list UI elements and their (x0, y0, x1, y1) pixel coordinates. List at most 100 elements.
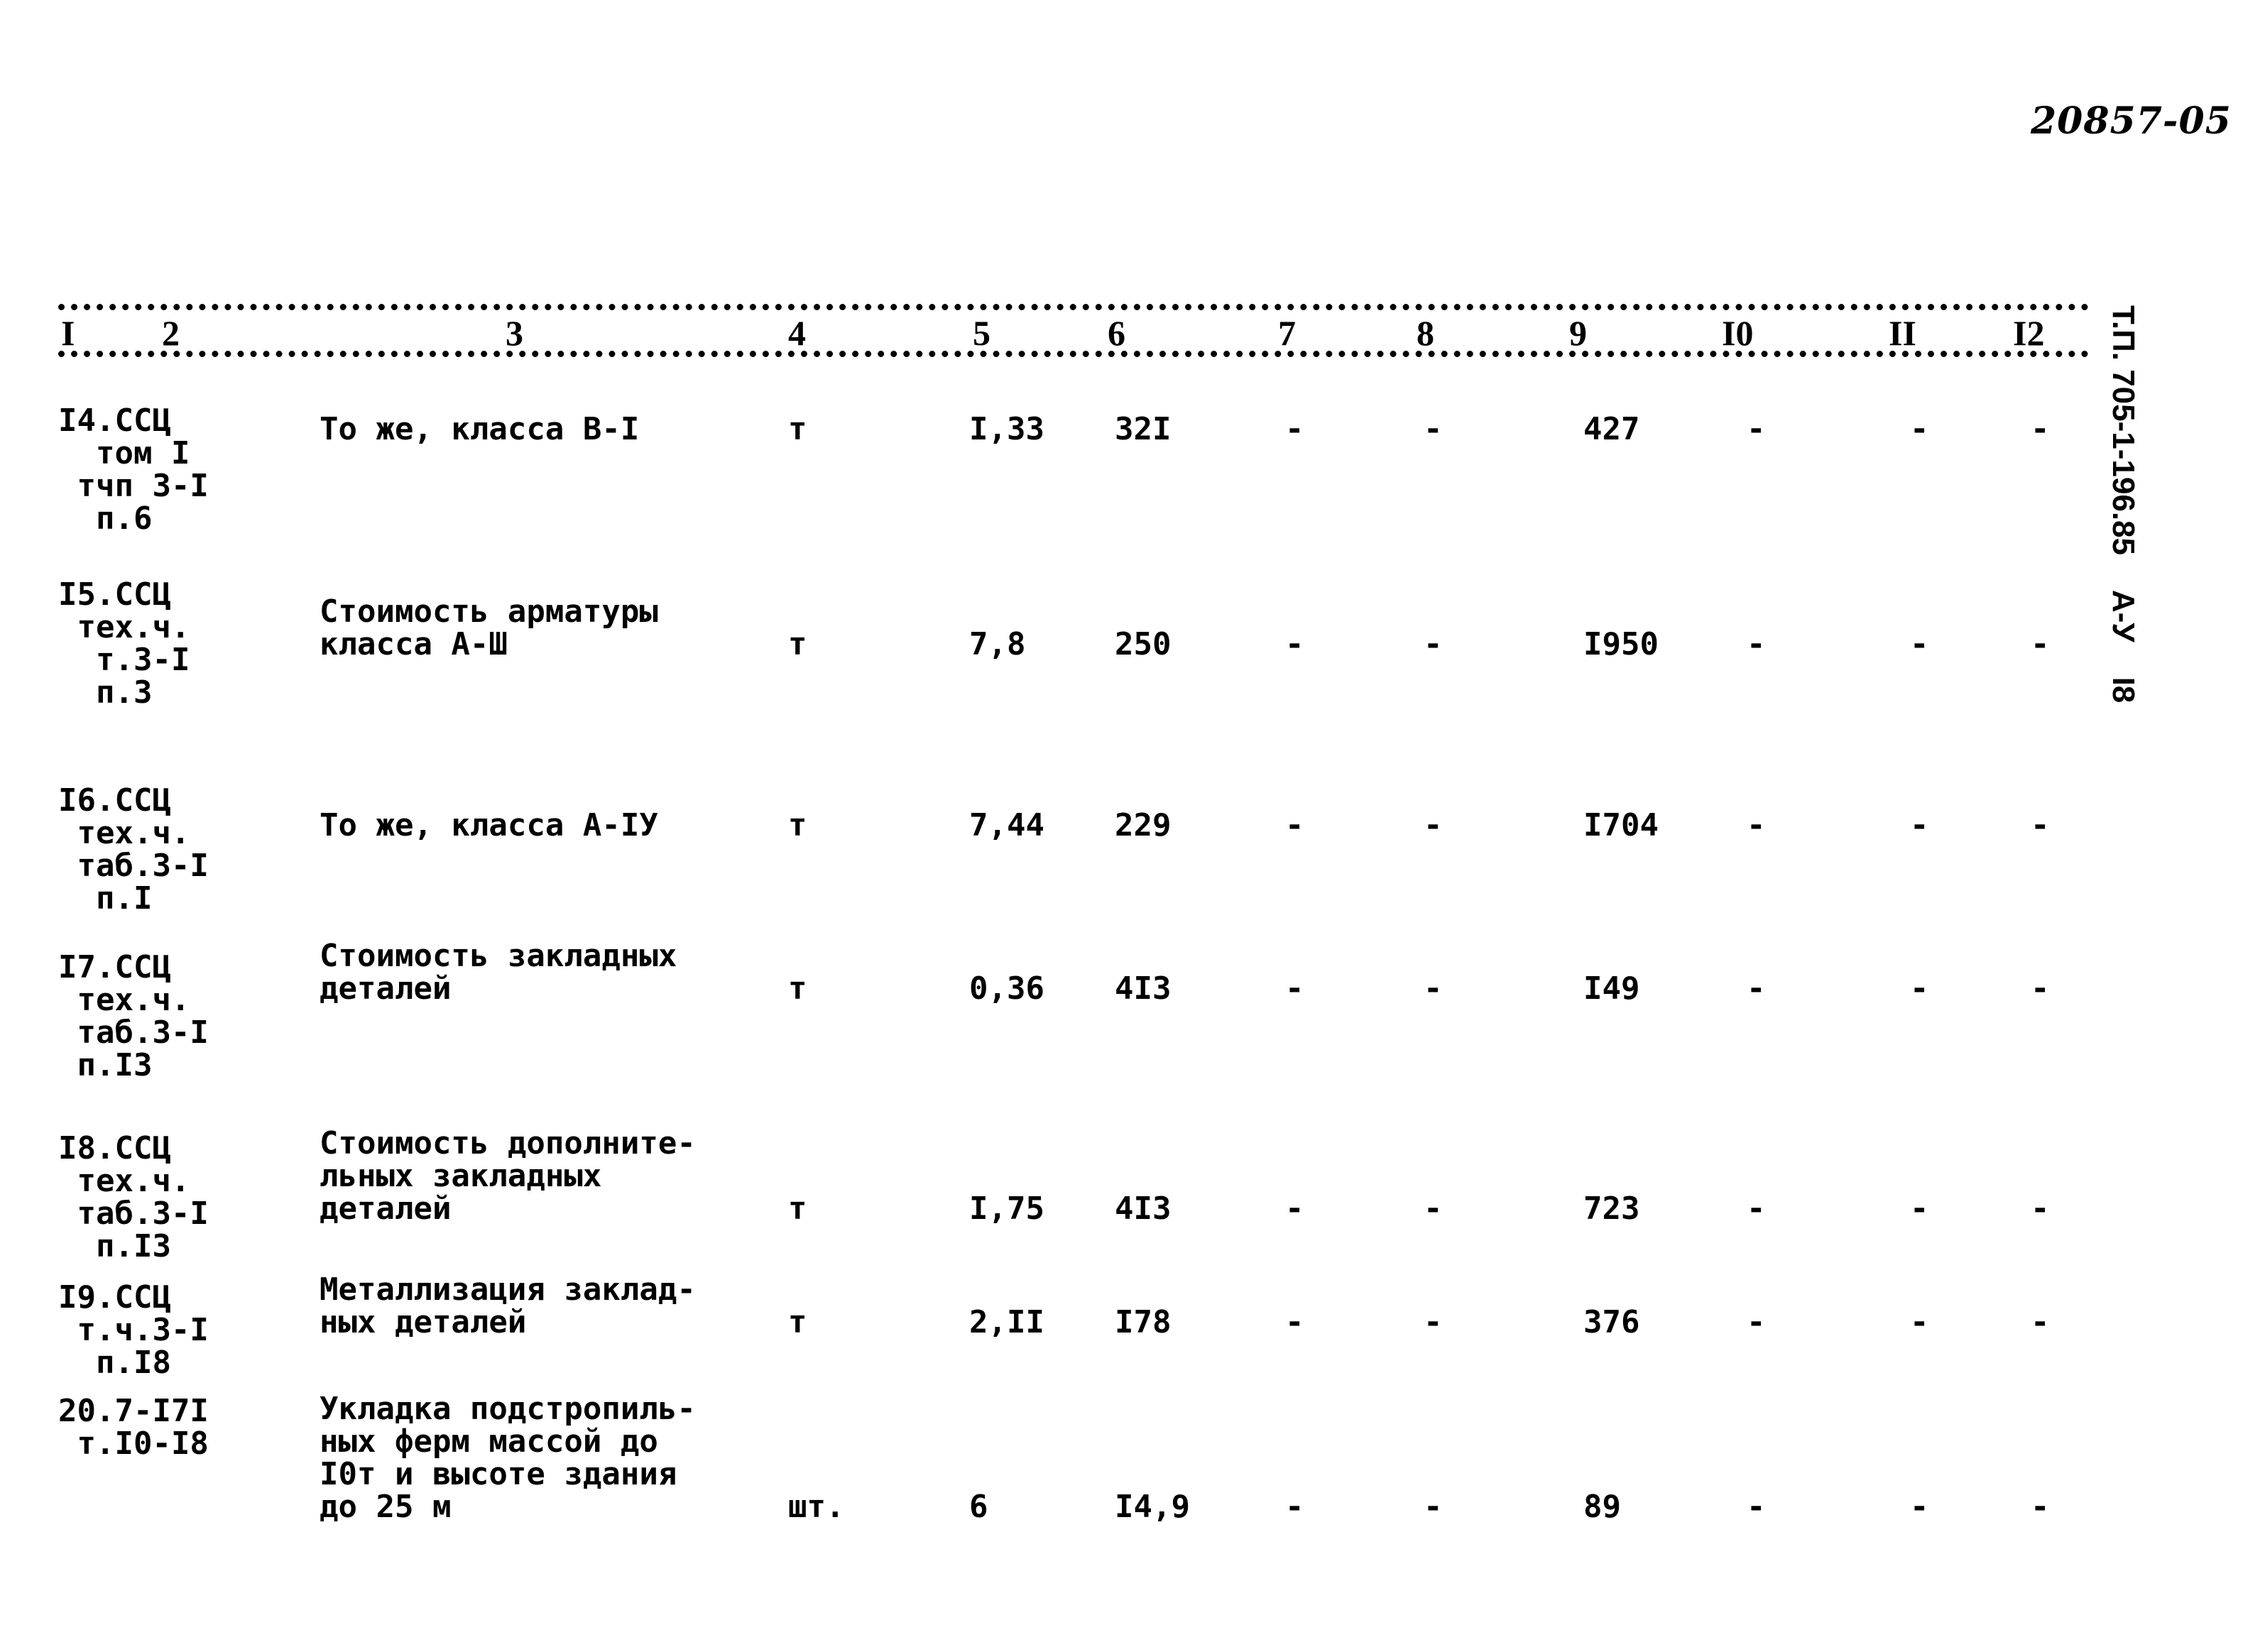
reference-line: том I (58, 435, 190, 471)
total-cost-cell: I704 (1583, 807, 1659, 843)
col11-cell: - (1910, 411, 1929, 447)
col12-cell: - (2031, 1489, 2050, 1525)
col7-cell: - (1285, 411, 1304, 447)
col12-cell: - (2031, 807, 2050, 843)
unit-price-cell: 229 (1115, 807, 1172, 843)
reference-cell: I5.ССЦ тех.ч. т.3-I п.3 (58, 579, 190, 709)
reference-line: п.I3 (58, 1228, 171, 1264)
reference-line: тех.ч. (58, 609, 190, 645)
col8-cell: - (1424, 626, 1443, 662)
column-header: 6 (1108, 313, 1125, 353)
description-cell: То же, класса В-I (320, 413, 639, 446)
column-header: 5 (973, 313, 990, 353)
col8-cell: - (1424, 970, 1443, 1007)
col10-cell: - (1747, 807, 1766, 843)
total-cost-cell: 723 (1583, 1191, 1640, 1227)
reference-cell: I8.ССЦ тех.ч. таб.3-I п.I3 (58, 1132, 209, 1263)
unit-cell: т (788, 970, 807, 1007)
unit-price-cell: 4I3 (1115, 970, 1172, 1007)
col8-cell: - (1424, 807, 1443, 843)
reference-cell: I9.ССЦ т.ч.3-I п.I8 (58, 1281, 209, 1379)
col10-cell: - (1747, 1489, 1766, 1525)
description-cell: То же, класса А-IУ (320, 809, 658, 842)
reference-cell: 20.7-I7I т.I0-I8 (58, 1395, 209, 1460)
col12-cell: - (2031, 1191, 2050, 1227)
total-cost-cell: I49 (1583, 970, 1640, 1007)
quantity-cell: 7,44 (969, 807, 1044, 843)
header-rule-bottom (58, 351, 2089, 357)
column-header: 4 (788, 313, 806, 353)
col7-cell: - (1285, 1304, 1304, 1340)
reference-line: таб.3-I (58, 1014, 209, 1051)
total-cost-cell: 376 (1583, 1304, 1640, 1340)
col7-cell: - (1285, 1489, 1304, 1525)
reference-line: I5.ССЦ (58, 576, 171, 613)
quantity-cell: I,75 (969, 1191, 1044, 1227)
col12-cell: - (2031, 411, 2050, 447)
col10-cell: - (1747, 626, 1766, 662)
unit-price-cell: 250 (1115, 626, 1172, 662)
description-line: I0т и высоте здания (320, 1456, 677, 1492)
reference-cell: I6.ССЦ тех.ч. таб.3-I п.I (58, 784, 209, 915)
col11-cell: - (1910, 807, 1929, 843)
reference-line: тех.ч. (58, 1163, 190, 1199)
unit-cell: т (788, 1304, 807, 1340)
total-cost-cell: 427 (1583, 411, 1640, 447)
col12-cell: - (2031, 970, 2050, 1007)
document-number: 20857-05 (2031, 99, 2232, 143)
reference-line: тех.ч. (58, 982, 190, 1018)
description-line: до 25 м (320, 1489, 452, 1525)
description-line: Стоимость арматуры (320, 593, 658, 630)
col12-cell: - (2031, 626, 2050, 662)
col11-cell: - (1910, 1304, 1929, 1340)
side-stamp: Т.П. 705-1-196.85 А-У I8 (2106, 305, 2141, 704)
unit-cell: т (788, 1191, 807, 1227)
col11-cell: - (1910, 626, 1929, 662)
reference-line: п.I8 (58, 1345, 171, 1381)
unit-price-cell: I78 (1115, 1304, 1172, 1340)
reference-line: п.6 (58, 500, 153, 537)
column-header: I (61, 313, 75, 353)
reference-line: 20.7-I7I (58, 1393, 209, 1429)
quantity-cell: I,33 (969, 411, 1044, 447)
description-cell: Стоимость закладных деталей (320, 940, 677, 1005)
description-line: То же, класса В-I (320, 411, 640, 447)
col7-cell: - (1285, 626, 1304, 662)
unit-cell: т (788, 626, 807, 662)
unit-cell: т (788, 411, 807, 447)
reference-line: тех.ч. (58, 815, 190, 851)
description-line: деталей (320, 1191, 452, 1227)
reference-line: I6.ССЦ (58, 782, 171, 819)
description-cell: Стоимость дополните-льных закладных детал… (320, 1127, 696, 1225)
description-line: класса А-Ш (320, 626, 508, 662)
reference-line: т.ч.3-I (58, 1312, 209, 1348)
col8-cell: - (1424, 1489, 1443, 1525)
quantity-cell: 0,36 (969, 970, 1044, 1007)
column-header: II (1889, 313, 1916, 353)
description-line: ных ферм массой до (320, 1423, 658, 1460)
reference-cell: I4.ССЦ том I тчп 3-I п.6 (58, 405, 209, 535)
unit-cell: шт. (788, 1489, 845, 1525)
reference-line: I8.ССЦ (58, 1130, 171, 1166)
header-rule-top (58, 304, 2089, 310)
description-line: деталей (320, 970, 452, 1007)
column-header: 3 (506, 313, 523, 353)
col8-cell: - (1424, 1304, 1443, 1340)
col10-cell: - (1747, 970, 1766, 1007)
description-cell: Металлизация заклад-ных деталей (320, 1274, 696, 1339)
col11-cell: - (1910, 970, 1929, 1007)
col7-cell: - (1285, 970, 1304, 1007)
col11-cell: - (1910, 1191, 1929, 1227)
reference-line: I9.ССЦ (58, 1279, 171, 1315)
reference-line: тчп 3-I (58, 468, 209, 504)
description-line: Стоимость дополните- (320, 1125, 696, 1161)
column-header: 8 (1417, 313, 1434, 353)
description-cell: Укладка подстропиль-ных ферм массой до I0… (320, 1393, 696, 1524)
reference-line: п.I3 (58, 1047, 153, 1083)
description-cell: Стоимость арматуры класса А-Ш (320, 596, 658, 661)
col11-cell: - (1910, 1489, 1929, 1525)
unit-cell: т (788, 807, 807, 843)
unit-price-cell: 32I (1115, 411, 1172, 447)
column-header: 9 (1569, 313, 1587, 353)
unit-price-cell: I4,9 (1115, 1489, 1190, 1525)
